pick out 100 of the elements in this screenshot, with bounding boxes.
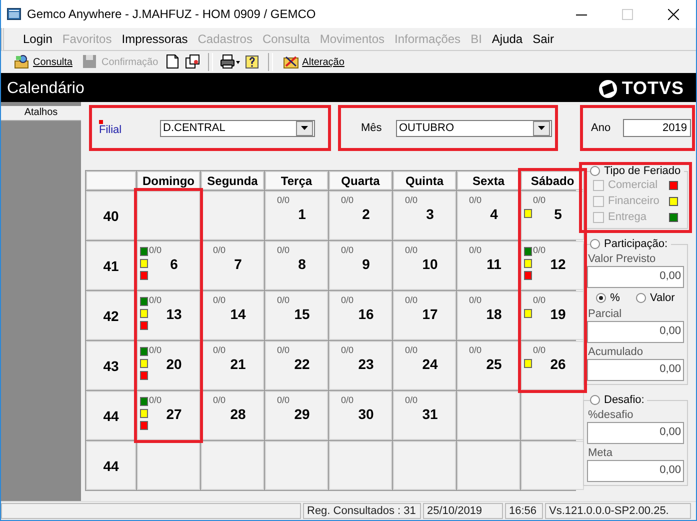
window-title: Gemco Anywhere - J.MAHFUZ - HOM 0909 / GEMCO xyxy=(27,7,317,21)
day-cell[interactable]: 0/0 20 xyxy=(137,341,200,390)
field-label: Parcial xyxy=(588,308,622,320)
menu-item[interactable]: Ajuda xyxy=(486,30,528,48)
field-label: Mês xyxy=(361,122,383,134)
day-cell[interactable]: 0/0 22 xyxy=(265,341,328,390)
help-icon[interactable] xyxy=(245,54,262,70)
day-cell[interactable]: 0/0 21 xyxy=(201,341,264,390)
input-field[interactable]: 0,00 xyxy=(587,460,684,482)
day-cell[interactable]: 0/0 5 xyxy=(521,191,584,240)
input-field[interactable]: 0,00 xyxy=(587,359,684,381)
day-number: 10 xyxy=(422,256,438,272)
day-number: 25 xyxy=(486,356,502,372)
day-cell[interactable]: 0/0 23 xyxy=(329,341,392,390)
input-field[interactable]: 0,00 xyxy=(587,321,684,343)
day-cell[interactable]: 0/0 4 xyxy=(457,191,520,240)
day-count: 0/0 xyxy=(149,394,162,405)
day-count: 0/0 xyxy=(213,244,226,255)
radio-button[interactable] xyxy=(596,293,606,303)
column-header: Terça xyxy=(265,171,328,190)
day-cell[interactable]: 0/0 24 xyxy=(393,341,456,390)
radio-button[interactable] xyxy=(636,293,646,303)
column-header: Quarta xyxy=(329,171,392,190)
column-header: Segunda xyxy=(201,171,264,190)
menu-item[interactable]: Sair xyxy=(528,30,559,48)
day-cell[interactable]: 0/0 27 xyxy=(137,391,200,440)
day-cell[interactable]: 0/0 17 xyxy=(393,291,456,340)
day-count: 0/0 xyxy=(405,394,418,405)
input-field[interactable]: 0,00 xyxy=(587,422,684,444)
day-number: 12 xyxy=(550,256,566,272)
day-cell[interactable]: 0/0 16 xyxy=(329,291,392,340)
day-count: 0/0 xyxy=(213,294,226,305)
day-number: 27 xyxy=(166,406,182,422)
blank-document-icon[interactable] xyxy=(165,54,182,70)
logo-text: TOTVS xyxy=(622,78,684,99)
page-title: Calendário xyxy=(7,80,86,98)
day-number: 1 xyxy=(298,206,306,222)
week-number: 40 xyxy=(86,191,136,240)
day-cell[interactable]: 0/0 26 xyxy=(521,341,584,390)
printer-icon[interactable] xyxy=(220,54,242,70)
menu-item[interactable]: Impressoras xyxy=(116,30,193,48)
day-number: 7 xyxy=(234,256,242,272)
day-count: 0/0 xyxy=(277,394,290,405)
day-cell[interactable]: 0/0 13 xyxy=(137,291,200,340)
day-cell[interactable]: 0/0 31 xyxy=(393,391,456,440)
day-count: 0/0 xyxy=(213,344,226,355)
day-cell[interactable]: 0/0 18 xyxy=(457,291,520,340)
radio-button[interactable] xyxy=(590,395,600,405)
field-label: Filial xyxy=(99,124,123,136)
day-cell[interactable]: 0/0 30 xyxy=(329,391,392,440)
day-cell[interactable]: 0/0 12 xyxy=(521,241,584,290)
toolbar-button[interactable]: Consulta xyxy=(11,53,76,71)
day-count: 0/0 xyxy=(469,244,482,255)
day-cell[interactable]: 0/0 7 xyxy=(201,241,264,290)
folder-search-icon xyxy=(14,54,30,70)
day-cell[interactable]: 0/0 1 xyxy=(265,191,328,240)
week-number: 42 xyxy=(86,291,136,340)
app-icon xyxy=(7,7,21,21)
checkbox-label: Financeiro xyxy=(608,195,660,207)
day-count: 0/0 xyxy=(405,344,418,355)
checkbox-label: Entrega xyxy=(608,211,647,223)
day-cell[interactable]: 0/0 14 xyxy=(201,291,264,340)
day-number: 31 xyxy=(422,406,438,422)
dropdown[interactable]: OUTUBRO xyxy=(396,120,552,136)
day-cell[interactable]: 0/0 9 xyxy=(329,241,392,290)
day-count: 0/0 xyxy=(277,344,290,355)
day-count: 0/0 xyxy=(405,244,418,255)
day-cell[interactable]: 0/0 2 xyxy=(329,191,392,240)
day-count: 0/0 xyxy=(341,294,354,305)
input-field[interactable]: 2019 xyxy=(623,119,691,137)
day-count: 0/0 xyxy=(341,194,354,205)
day-cell[interactable]: 0/0 25 xyxy=(457,341,520,390)
field-label: Meta xyxy=(588,447,612,459)
day-cell[interactable]: 0/0 6 xyxy=(137,241,200,290)
day-cell[interactable]: 0/0 10 xyxy=(393,241,456,290)
toolbar-button[interactable]: Alteração xyxy=(280,53,348,71)
input-field[interactable]: 0,00 xyxy=(587,266,684,288)
radio-button[interactable] xyxy=(590,239,600,249)
radio-button[interactable] xyxy=(590,166,600,176)
field-label: Valor Previsto xyxy=(588,253,656,265)
day-number: 26 xyxy=(550,356,566,372)
documents-icon[interactable] xyxy=(185,54,202,70)
day-cell[interactable]: 0/0 3 xyxy=(393,191,456,240)
day-cell[interactable]: 0/0 19 xyxy=(521,291,584,340)
group-title: Tipo de Feriado xyxy=(604,165,681,177)
dropdown[interactable]: D.CENTRAL xyxy=(160,120,315,136)
radio-label: Valor xyxy=(650,292,675,304)
day-count: 0/0 xyxy=(469,194,482,205)
day-number: 8 xyxy=(298,256,306,272)
day-number: 3 xyxy=(426,206,434,222)
day-cell[interactable]: 0/0 11 xyxy=(457,241,520,290)
day-number: 30 xyxy=(358,406,374,422)
day-cell[interactable]: 0/0 29 xyxy=(265,391,328,440)
day-number: 2 xyxy=(362,206,370,222)
group-title: Participação: xyxy=(604,238,668,250)
day-cell[interactable]: 0/0 8 xyxy=(265,241,328,290)
day-count: 0/0 xyxy=(533,294,546,305)
menu-item[interactable]: Login xyxy=(18,30,58,48)
day-cell[interactable]: 0/0 15 xyxy=(265,291,328,340)
day-cell[interactable]: 0/0 28 xyxy=(201,391,264,440)
